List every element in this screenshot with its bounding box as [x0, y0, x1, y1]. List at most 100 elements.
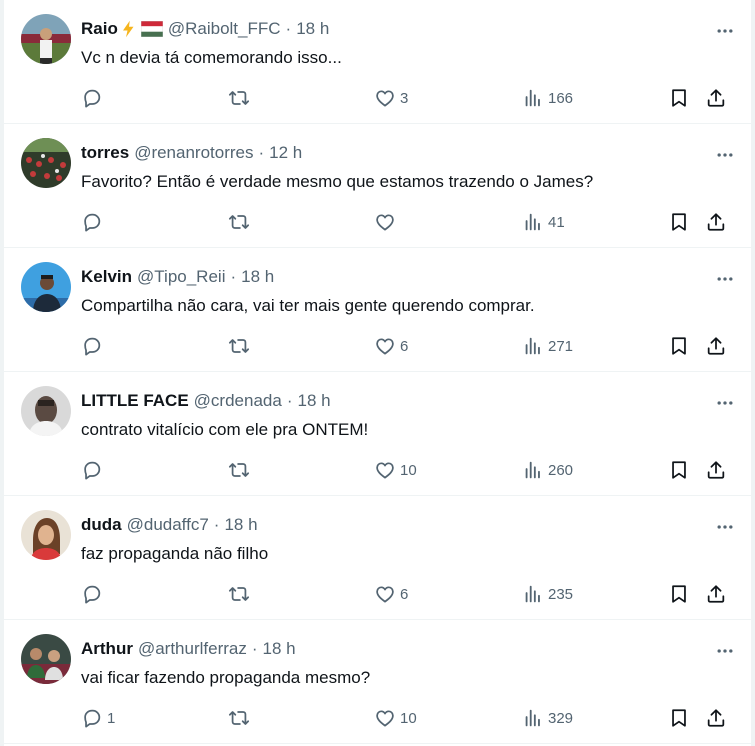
views-button[interactable]: 329	[522, 706, 573, 730]
more-options-icon[interactable]	[713, 267, 737, 291]
reply[interactable]: LITTLE FACE @crdenada · 18 h contrato vi…	[4, 372, 751, 496]
like-button[interactable]: 3	[374, 86, 408, 110]
share-button[interactable]	[705, 582, 727, 606]
user-handle[interactable]: @crdenada	[194, 390, 282, 412]
share-icon	[707, 461, 725, 479]
like-button[interactable]: 10	[374, 458, 417, 482]
bookmark-icon	[672, 89, 686, 107]
reply-button[interactable]	[81, 86, 107, 110]
more-options-icon[interactable]	[713, 515, 737, 539]
bookmark-button[interactable]	[668, 458, 690, 482]
repost-button[interactable]	[228, 210, 254, 234]
bookmark-button[interactable]	[668, 706, 690, 730]
more-options-icon[interactable]	[713, 639, 737, 663]
reply[interactable]: Raio @Raibolt_FFC · 18 h Vc n devia tá c…	[4, 0, 751, 124]
share-icon	[707, 709, 725, 727]
views-button[interactable]: 260	[522, 458, 573, 482]
repost-icon	[228, 339, 250, 353]
share-button[interactable]	[705, 706, 727, 730]
reply-text: Favorito? Então é verdade mesmo que esta…	[81, 172, 594, 191]
timestamp[interactable]: 12 h	[269, 142, 302, 164]
display-name[interactable]: Arthur	[81, 638, 133, 660]
repost-button[interactable]	[228, 86, 254, 110]
display-name[interactable]: Kelvin	[81, 266, 132, 288]
bookmark-button[interactable]	[668, 582, 690, 606]
user-handle[interactable]: @Raibolt_FFC	[168, 18, 281, 40]
like-button[interactable]: 6	[374, 582, 408, 606]
avatar[interactable]	[21, 14, 71, 64]
heart-icon	[376, 338, 394, 355]
share-button[interactable]	[705, 458, 727, 482]
share-icon	[707, 337, 725, 355]
reply[interactable]: torres @renanrotorres · 12 h Favorito? E…	[4, 124, 751, 248]
separator-dot: ·	[213, 515, 220, 534]
display-name[interactable]: Raio	[81, 18, 118, 40]
avatar[interactable]	[21, 510, 71, 560]
repost-button[interactable]	[228, 706, 254, 730]
views-button[interactable]: 166	[522, 86, 573, 110]
user-handle[interactable]: @dudaffc7	[127, 514, 209, 536]
reply[interactable]: Kelvin @Tipo_Reii · 18 h Compartilha não…	[4, 248, 751, 372]
bookmark-button[interactable]	[668, 210, 690, 234]
heart-icon	[376, 462, 394, 479]
share-button[interactable]	[705, 210, 727, 234]
repost-icon	[228, 91, 250, 105]
like-button[interactable]	[374, 210, 400, 234]
user-handle[interactable]: @Tipo_Reii	[137, 266, 225, 288]
repost-button[interactable]	[228, 458, 254, 482]
timestamp[interactable]: 18 h	[241, 266, 274, 288]
avatar[interactable]	[21, 386, 71, 436]
repost-button[interactable]	[228, 334, 254, 358]
reply-button[interactable]	[81, 582, 107, 606]
more-options-icon[interactable]	[713, 391, 737, 415]
views-chart-icon	[525, 585, 540, 603]
views-button[interactable]: 41	[522, 210, 565, 234]
display-name[interactable]: LITTLE FACE	[81, 390, 189, 412]
display-name[interactable]: torres	[81, 142, 129, 164]
timestamp[interactable]: 18 h	[298, 390, 331, 412]
action-bar: 41	[4, 210, 751, 234]
reply-icon	[84, 461, 101, 480]
reply-button[interactable]	[81, 334, 107, 358]
views-button[interactable]: 235	[522, 582, 573, 606]
reply-text: faz propaganda não filho	[81, 544, 269, 563]
reply-button[interactable]	[81, 458, 107, 482]
like-button[interactable]: 6	[374, 334, 408, 358]
repost-button[interactable]	[228, 582, 254, 606]
view-count: 260	[548, 461, 574, 479]
more-options-icon[interactable]	[713, 19, 737, 43]
separator-dot: ·	[258, 143, 265, 162]
reply-count: 1	[107, 709, 116, 727]
reply-button[interactable]: 1	[81, 706, 115, 730]
reply-button[interactable]	[81, 210, 107, 234]
timestamp[interactable]: 18 h	[296, 18, 329, 40]
share-button[interactable]	[705, 334, 727, 358]
bookmark-button[interactable]	[668, 86, 690, 110]
views-chart-icon	[525, 461, 540, 479]
reply-header: Arthur @arthurlferraz · 18 h	[81, 638, 711, 660]
views-button[interactable]: 271	[522, 334, 573, 358]
like-button[interactable]: 10	[374, 706, 417, 730]
user-handle[interactable]: @arthurlferraz	[138, 638, 247, 660]
repost-icon	[228, 587, 250, 601]
avatar[interactable]	[21, 262, 71, 312]
reply[interactable]: Arthur @arthurlferraz · 18 h vai ficar f…	[4, 620, 751, 744]
action-bar: 3 166	[4, 86, 751, 110]
action-bar: 6 271	[4, 334, 751, 358]
bookmark-button[interactable]	[668, 334, 690, 358]
timestamp[interactable]: 18 h	[224, 514, 257, 536]
display-name[interactable]: duda	[81, 514, 122, 536]
reply-text: Vc n devia tá comemorando isso...	[81, 48, 342, 67]
avatar[interactable]	[21, 634, 71, 684]
like-count: 10	[400, 461, 417, 479]
share-button[interactable]	[705, 86, 727, 110]
reply[interactable]: duda @dudaffc7 · 18 h faz propaganda não…	[4, 496, 751, 620]
reply-header: LITTLE FACE @crdenada · 18 h	[81, 390, 711, 412]
timestamp[interactable]: 18 h	[263, 638, 296, 660]
user-handle[interactable]: @renanrotorres	[134, 142, 253, 164]
more-options-icon[interactable]	[713, 143, 737, 167]
separator-dot: ·	[285, 19, 292, 38]
like-count: 3	[400, 89, 409, 107]
avatar[interactable]	[21, 138, 71, 188]
share-icon	[707, 213, 725, 231]
